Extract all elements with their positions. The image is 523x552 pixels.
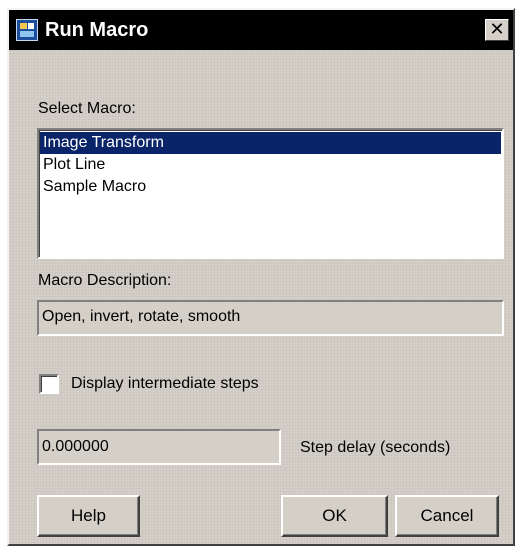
cancel-button[interactable]: Cancel (395, 495, 499, 537)
macro-app-icon (16, 19, 38, 41)
title-bar[interactable]: Run Macro ✕ (9, 10, 513, 50)
run-macro-dialog: Run Macro ✕ Select Macro: Image Transfor… (7, 8, 515, 546)
step-delay-input[interactable] (37, 429, 281, 465)
list-item[interactable]: Sample Macro (40, 176, 501, 198)
help-button[interactable]: Help (37, 495, 140, 537)
step-delay-label: Step delay (seconds) (300, 439, 451, 456)
list-item[interactable]: Image Transform (40, 132, 501, 154)
display-steps-label[interactable]: Display intermediate steps (71, 374, 259, 394)
macro-description-label: Macro Description: (38, 272, 172, 289)
dialog-title: Run Macro (45, 19, 149, 41)
close-button[interactable]: ✕ (485, 19, 509, 41)
close-icon: ✕ (489, 19, 505, 40)
select-macro-label: Select Macro: (38, 100, 136, 117)
display-steps-checkbox[interactable] (39, 374, 59, 394)
ok-button[interactable]: OK (281, 495, 388, 537)
list-item[interactable]: Plot Line (40, 154, 501, 176)
macro-listbox[interactable]: Image Transform Plot Line Sample Macro (37, 128, 504, 259)
macro-description-field: Open, invert, rotate, smooth (37, 300, 504, 336)
